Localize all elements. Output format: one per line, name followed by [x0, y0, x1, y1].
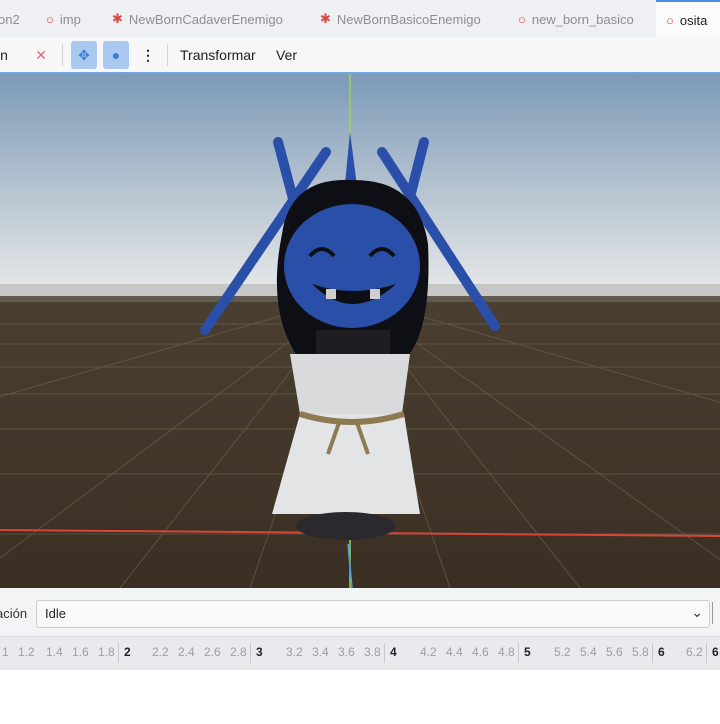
3d-viewport[interactable]	[0, 74, 720, 588]
timeline-divider	[518, 643, 519, 663]
timeline-divider	[652, 643, 653, 663]
timeline-tick: 5.4	[580, 645, 597, 659]
timeline-tick: 2.6	[204, 645, 221, 659]
timeline-divider	[118, 643, 119, 663]
timeline-tick: 1	[2, 645, 9, 659]
tab-label: NewBornBasicoEnemigo	[336, 11, 481, 27]
timeline-tick: 6.2	[686, 645, 703, 659]
global-icon[interactable]: ●	[103, 41, 129, 69]
chevron-down-icon: ⌄	[691, 604, 703, 620]
timeline-tick: 6	[658, 645, 665, 659]
scene-ring-icon: ○	[518, 11, 526, 27]
timeline-tick: 3.2	[286, 645, 303, 659]
tab-5[interactable]: ○ osita	[656, 0, 720, 38]
timeline-tick: 2	[124, 645, 131, 659]
timeline-tick: 1.8	[98, 645, 115, 659]
tab-3[interactable]: ✱ NewBornBasicoEnemigo	[320, 0, 481, 38]
scene-tab-bar: on2 ○ imp ✱ NewBornCadaverEnemigo ✱ NewB…	[0, 0, 720, 39]
animation-selected-value: Idle	[45, 606, 66, 621]
animation-panel: ación Idle ⌄	[0, 596, 720, 632]
move-tool-icon[interactable]: ✥	[71, 41, 97, 69]
timeline-tick: 5.2	[554, 645, 571, 659]
character-icon: ✱	[112, 11, 123, 26]
timeline-divider	[706, 643, 707, 663]
timeline-tick: 2.2	[152, 645, 169, 659]
timeline-tick: 5	[524, 645, 531, 659]
timeline-tick: 3.4	[312, 645, 329, 659]
view-menu[interactable]: Ver	[276, 41, 297, 69]
scene-ring-icon: ○	[46, 11, 54, 27]
animation-select[interactable]: Idle ⌄	[36, 600, 710, 628]
timeline-tick: 2.4	[178, 645, 195, 659]
timeline-tick: 5.6	[606, 645, 623, 659]
cut-label: n	[0, 47, 8, 63]
scene-ring-icon: ○	[666, 12, 674, 28]
tab-label: on2	[0, 11, 20, 27]
tab-label: new_born_basico	[531, 11, 634, 27]
timeline-tick: 4.4	[446, 645, 463, 659]
toolbar-separator	[62, 44, 63, 66]
tab-2[interactable]: ✱ NewBornCadaverEnemigo	[112, 0, 283, 38]
tab-0[interactable]: on2	[0, 0, 20, 38]
more-options-icon[interactable]: ⋮	[135, 41, 161, 69]
tab-label: osita	[679, 12, 708, 28]
viewport-scene	[0, 74, 720, 588]
timeline-tick: 4.6	[472, 645, 489, 659]
tab-1[interactable]: ○ imp	[46, 0, 81, 38]
toolbar-separator	[167, 44, 168, 66]
timeline-tick: 5.8	[632, 645, 649, 659]
timeline-tick: 4	[390, 645, 397, 659]
timeline-tick: 4.2	[420, 645, 437, 659]
tab-label: NewBornCadaverEnemigo	[128, 11, 283, 27]
timeline-divider	[250, 643, 251, 663]
timeline-tick: 1.6	[72, 645, 89, 659]
timeline-ruler[interactable]: 1 1.2 1.4 1.6 1.8 2 2.2 2.4 2.6 2.8 3 3.2 3.4 3.6 3.8 4…	[0, 636, 720, 671]
tab-label: imp	[59, 11, 81, 27]
timeline-tick: 4.8	[498, 645, 515, 659]
timeline-tick: 1.2	[18, 645, 35, 659]
timeline-divider	[384, 643, 385, 663]
timeline-tick: 6	[712, 645, 719, 659]
viewport-toolbar: n ✕ ✥ ● ⋮ Transformar Ver	[0, 38, 720, 74]
scrollbar-edge	[712, 602, 720, 624]
timeline-tick: 3.6	[338, 645, 355, 659]
bottom-panel	[0, 670, 720, 724]
timeline-tick: 3.8	[364, 645, 381, 659]
tab-4[interactable]: ○ new_born_basico	[518, 0, 634, 38]
transform-menu[interactable]: Transformar	[180, 41, 256, 69]
timeline-tick: 1.4	[46, 645, 63, 659]
timeline-tick: 3	[256, 645, 263, 659]
timeline-tick: 2.8	[230, 645, 247, 659]
animation-label: ación	[0, 606, 28, 621]
bone-tool-icon[interactable]: ✕	[28, 41, 54, 69]
character-icon: ✱	[320, 11, 331, 26]
